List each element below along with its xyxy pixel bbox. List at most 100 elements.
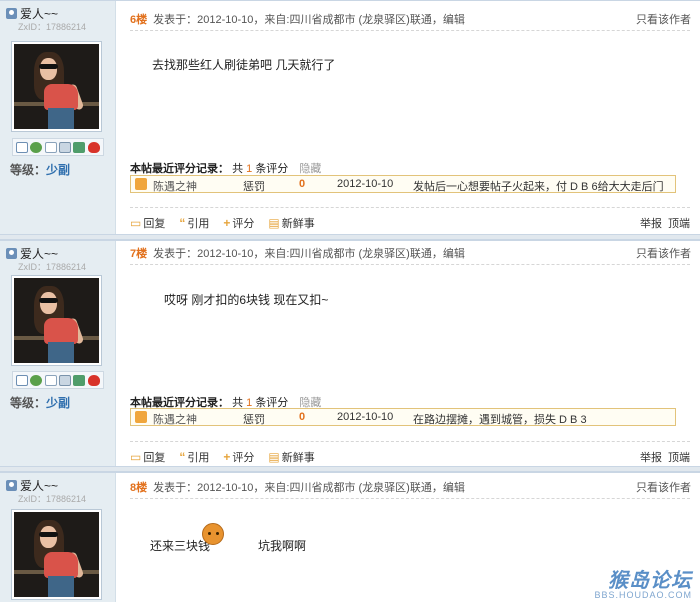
top-link[interactable]: 顶端 [668, 449, 690, 465]
add-friend-icon[interactable] [30, 374, 43, 386]
level-value[interactable]: 少副 [46, 163, 70, 177]
rater-avatar-icon [135, 411, 147, 423]
monkey-emoticon-icon [202, 523, 224, 545]
top-link[interactable]: 顶端 [668, 215, 690, 231]
post-content: 哎呀 刚才扣的6块钱 现在又扣~ [164, 293, 329, 307]
reply-button[interactable]: ▭ 回复 [130, 449, 165, 465]
rating-score: 0 [299, 411, 306, 423]
reply-icon: ▭ [130, 216, 142, 230]
mail-icon[interactable] [16, 141, 29, 153]
avatar[interactable] [11, 275, 102, 366]
qq-icon[interactable] [87, 374, 100, 386]
zxid: ZxID：17886214 [18, 20, 86, 33]
quote-button[interactable]: “引用 [179, 449, 209, 465]
group-icon[interactable] [73, 374, 86, 386]
user-level: 等级：少副 [10, 394, 70, 411]
card-icon[interactable] [59, 141, 72, 153]
author-only-link[interactable]: 只看该作者 [636, 245, 691, 261]
report-link[interactable]: 举报 [640, 449, 662, 465]
watermark-brand: 猴岛论坛 [608, 568, 692, 592]
rating-count-prefix: 共 [232, 163, 244, 175]
rater-name[interactable]: 陈遇之神 [153, 178, 197, 194]
divider [130, 498, 690, 499]
level-value[interactable]: 少副 [46, 396, 70, 410]
zxid-label: ZxID： [18, 262, 46, 272]
quote-button[interactable]: “引用 [179, 215, 209, 231]
zxid: ZxID：17886214 [18, 260, 86, 273]
user-action-icons [12, 138, 104, 156]
report-link[interactable]: 举报 [640, 215, 662, 231]
fresh-button[interactable]: ▤ 新鲜事 [268, 215, 314, 231]
plus-one-icon: + [223, 450, 231, 464]
level-label: 等级： [10, 163, 47, 177]
rating-hide-link[interactable]: 隐藏 [299, 163, 321, 175]
post-actions: ▭ 回复 “引用 + 评分 ▤ 新鲜事 [130, 215, 315, 231]
zxid-value: 17886214 [46, 494, 87, 504]
post-actions-right: 举报 顶端 [640, 449, 690, 465]
floor-number: 6楼 [130, 14, 148, 26]
post-meta: 7楼 发表于：2012-10-10，来自:四川省成都市 (龙泉驿区)联通，编辑 [130, 245, 465, 261]
rating-date: 2012-10-10 [337, 178, 394, 190]
user-icon [6, 248, 17, 259]
zxid-value: 17886214 [46, 262, 87, 272]
floor-number: 7楼 [130, 248, 148, 260]
profile-icon[interactable] [44, 141, 57, 153]
rating-type: 惩罚 [243, 181, 265, 193]
quote-label: 引用 [187, 218, 210, 230]
rating-title: 本帖最近评分记录： [130, 163, 229, 175]
quote-icon: “ [179, 216, 186, 230]
rate-button[interactable]: + 评分 [223, 449, 254, 465]
rating-row: 陈遇之神 惩罚 0 2012-10-10 在路边摆摊，遇到城管，损失 D B 3 [130, 408, 676, 426]
rate-label: 评分 [232, 218, 255, 230]
reply-icon: ▭ [130, 450, 142, 464]
post-content: 去找那些红人刷徒弟吧 几天就行了 [152, 58, 336, 72]
user-level: 等级：少副 [10, 161, 70, 178]
user-icon [6, 8, 17, 19]
quote-label: 引用 [187, 452, 210, 464]
divider [130, 30, 690, 31]
rate-button[interactable]: + 评分 [223, 215, 254, 231]
rater-name[interactable]: 陈遇之神 [153, 411, 197, 427]
fresh-button[interactable]: ▤ 新鲜事 [268, 449, 314, 465]
user-sidebar: 爱人~~ ZxID：17886214 [0, 473, 116, 602]
rating-count-suffix: 条评分 [255, 163, 289, 175]
add-friend-icon[interactable] [30, 141, 43, 153]
post-floor-6: 爱人~~ ZxID：17886214 等级：少副 6楼 发表于：2012-10-… [0, 0, 700, 234]
mail-icon[interactable] [16, 374, 29, 386]
zxid-value: 17886214 [46, 22, 87, 32]
post-meta: 6楼 发表于：2012-10-10，来自:四川省成都市 (龙泉驿区)联通，编辑 [130, 11, 465, 27]
fresh-label: 新鲜事 [281, 218, 315, 230]
author-only-link[interactable]: 只看该作者 [636, 479, 691, 495]
avatar[interactable] [11, 509, 102, 600]
watermark-url: BBS.HOUDAO.COM [594, 590, 692, 600]
news-icon: ▤ [268, 216, 280, 230]
avatar[interactable] [11, 41, 102, 132]
post-content-part-1: 还来三块钱 [150, 539, 211, 553]
card-icon[interactable] [59, 374, 72, 386]
profile-icon[interactable] [44, 374, 57, 386]
rating-type: 惩罚 [243, 414, 265, 426]
rating-reason: 发帖后一心想要帖子火起来，付 D B 6给大大走后门 [413, 181, 664, 193]
divider [130, 207, 690, 208]
rating-reason: 在路边摆摊，遇到城管，损失 D B 3 [413, 414, 587, 426]
fresh-label: 新鲜事 [281, 452, 315, 464]
quote-icon: “ [179, 450, 186, 464]
user-action-icons [12, 371, 104, 389]
qq-icon[interactable] [87, 141, 100, 153]
post-body: 6楼 发表于：2012-10-10，来自:四川省成都市 (龙泉驿区)联通，编辑 … [116, 1, 700, 234]
rating-count: 1 [246, 163, 253, 175]
rating-header: 本帖最近评分记录： 共 1 条评分 隐藏 [130, 160, 321, 176]
post-meta: 8楼 发表于：2012-10-10，来自:四川省成都市 (龙泉驿区)联通，编辑 [130, 479, 465, 495]
user-sidebar: 爱人~~ ZxID：17886214 等级：少副 [0, 1, 116, 234]
reply-button[interactable]: ▭ 回复 [130, 215, 165, 231]
rating-row: 陈遇之神 惩罚 0 2012-10-10 发帖后一心想要帖子火起来，付 D B … [130, 175, 676, 193]
post-floor-7: 爱人~~ ZxID：17886214 等级：少副 7楼 发表于：2012-10-… [0, 240, 700, 468]
plus-one-icon: + [223, 216, 231, 230]
zxid-label: ZxID： [18, 22, 46, 32]
group-icon[interactable] [73, 141, 86, 153]
post-meta-text: 发表于：2012-10-10，来自:四川省成都市 (龙泉驿区)联通，编辑 [153, 248, 465, 260]
author-only-link[interactable]: 只看该作者 [636, 11, 691, 27]
post-body: 7楼 发表于：2012-10-10，来自:四川省成都市 (龙泉驿区)联通，编辑 … [116, 241, 700, 468]
divider [130, 441, 690, 442]
post-actions-right: 举报 顶端 [640, 215, 690, 231]
